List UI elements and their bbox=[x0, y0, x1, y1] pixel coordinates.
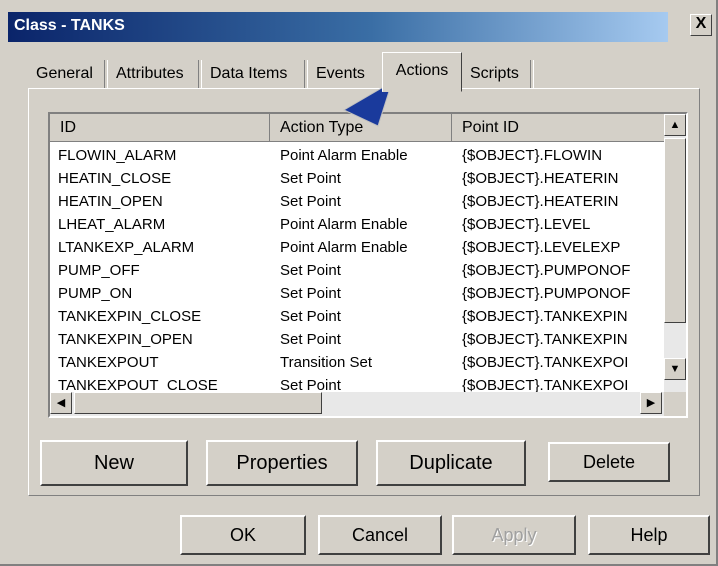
table-row[interactable]: LHEAT_ALARM Point Alarm Enable {$OBJECT}.L… bbox=[50, 213, 664, 236]
vertical-scroll-thumb[interactable] bbox=[664, 138, 686, 323]
window-title: Class - TANKS bbox=[14, 17, 125, 34]
table-row[interactable]: PUMP_OFF Set Point {$OBJECT}.PUMPONOF bbox=[50, 259, 664, 282]
table-row[interactable]: FLOWIN_ALARM Point Alarm Enable {$OBJECT}.… bbox=[50, 144, 664, 167]
scrollbar-corner bbox=[664, 392, 686, 416]
column-header-id[interactable]: ID bbox=[50, 114, 270, 142]
actions-list[interactable]: ID Action Type Point ID FLOWIN_ALARM Poin… bbox=[48, 112, 688, 418]
cell-action-type: Set Point bbox=[280, 285, 341, 302]
cell-action-type: Point Alarm Enable bbox=[280, 239, 408, 256]
cell-point-id: {$OBJECT}.LEVEL bbox=[462, 216, 591, 233]
delete-button[interactable]: Delete bbox=[548, 442, 670, 482]
arrow-left-icon: ◀ bbox=[56, 397, 66, 409]
cell-id: LHEAT_ALARM bbox=[58, 216, 166, 233]
cell-point-id: {$OBJECT}.HEATERIN bbox=[462, 193, 619, 210]
class-dialog: Class - TANKS X General Attributes Data … bbox=[0, 0, 718, 566]
arrow-down-icon: ▼ bbox=[669, 363, 681, 375]
table-row[interactable]: HEATIN_CLOSE Set Point {$OBJECT}.HEATERIN bbox=[50, 167, 664, 190]
cell-point-id: {$OBJECT}.TANKEXPIN bbox=[462, 331, 628, 348]
cell-id: HEATIN_OPEN bbox=[58, 193, 163, 210]
table-row[interactable]: TANKEXPIN_CLOSE Set Point {$OBJECT}.TANKEX… bbox=[50, 305, 664, 328]
table-row[interactable]: HEATIN_OPEN Set Point {$OBJECT}.HEATERIN bbox=[50, 190, 664, 213]
cell-action-type: Set Point bbox=[280, 170, 341, 187]
cell-id: FLOWIN_ALARM bbox=[58, 147, 177, 164]
cell-action-type: Set Point bbox=[280, 262, 341, 279]
new-button[interactable]: New bbox=[40, 440, 188, 486]
arrow-right-icon: ▶ bbox=[646, 397, 656, 409]
duplicate-button[interactable]: Duplicate bbox=[376, 440, 526, 486]
table-row[interactable]: TANKEXPOUT Transition Set {$OBJECT}.TANKEX… bbox=[50, 351, 664, 374]
cell-point-id: {$OBJECT}.PUMPONOF bbox=[462, 262, 631, 279]
cell-id: HEATIN_CLOSE bbox=[58, 170, 172, 187]
scroll-up-button[interactable]: ▲ bbox=[664, 114, 686, 136]
tab-actions-label: Actions bbox=[395, 62, 449, 79]
cell-point-id: {$OBJECT}.PUMPONOF bbox=[462, 285, 631, 302]
horizontal-scrollbar[interactable]: ◀ ▶ bbox=[50, 392, 664, 416]
apply-button[interactable]: Apply bbox=[452, 515, 576, 555]
cell-point-id: {$OBJECT}.HEATERIN bbox=[462, 170, 619, 187]
cell-id: TANKEXPIN_OPEN bbox=[58, 331, 193, 348]
close-icon: X bbox=[695, 15, 707, 32]
vertical-scrollbar[interactable]: ▲ ▼ bbox=[664, 114, 686, 392]
column-header-point-id[interactable]: Point ID bbox=[452, 114, 666, 142]
cell-point-id: {$OBJECT}.TANKEXPIN bbox=[462, 308, 628, 325]
table-row[interactable]: PUMP_ON Set Point {$OBJECT}.PUMPONOF bbox=[50, 282, 664, 305]
close-button[interactable]: X bbox=[690, 14, 712, 36]
cell-action-type: Set Point bbox=[280, 308, 341, 325]
tab-separator bbox=[104, 60, 108, 88]
properties-button[interactable]: Properties bbox=[206, 440, 358, 486]
cell-id: TANKEXPIN_CLOSE bbox=[58, 308, 202, 325]
cell-action-type: Set Point bbox=[280, 331, 341, 348]
scroll-right-button[interactable]: ▶ bbox=[640, 392, 662, 414]
tab-data-items[interactable]: Data Items bbox=[206, 58, 291, 90]
tab-actions[interactable]: Actions bbox=[382, 52, 462, 92]
cell-id: PUMP_OFF bbox=[58, 262, 140, 279]
tab-separator bbox=[198, 60, 202, 88]
table-row[interactable]: TANKEXPIN_OPEN Set Point {$OBJECT}.TANKEXP… bbox=[50, 328, 664, 351]
cell-action-type: Point Alarm Enable bbox=[280, 147, 408, 164]
scroll-left-button[interactable]: ◀ bbox=[50, 392, 72, 414]
cancel-button[interactable]: Cancel bbox=[318, 515, 442, 555]
tab-scripts[interactable]: Scripts bbox=[466, 58, 523, 90]
tab-separator bbox=[304, 60, 308, 88]
cell-action-type: Point Alarm Enable bbox=[280, 216, 408, 233]
tab-general[interactable]: General bbox=[32, 58, 97, 90]
cell-point-id: {$OBJECT}.FLOWIN bbox=[462, 147, 603, 164]
tab-separator bbox=[530, 60, 534, 88]
cell-point-id: {$OBJECT}.LEVELEXP bbox=[462, 239, 621, 256]
tab-attributes[interactable]: Attributes bbox=[112, 58, 188, 90]
cell-action-type: Set Point bbox=[280, 193, 341, 210]
title-bar: Class - TANKS bbox=[8, 12, 668, 42]
help-button[interactable]: Help bbox=[588, 515, 710, 555]
cell-id: PUMP_ON bbox=[58, 285, 133, 302]
arrow-up-icon: ▲ bbox=[669, 119, 681, 131]
cell-point-id: {$OBJECT}.TANKEXPOI bbox=[462, 354, 629, 371]
cell-id: TANKEXPOUT bbox=[58, 354, 159, 371]
ok-button[interactable]: OK bbox=[180, 515, 306, 555]
table-row[interactable]: LTANKEXP_ALARM Point Alarm Enable {$OBJECT… bbox=[50, 236, 664, 259]
cell-action-type: Transition Set bbox=[280, 354, 372, 371]
horizontal-scroll-thumb[interactable] bbox=[74, 392, 322, 414]
scroll-down-button[interactable]: ▼ bbox=[664, 358, 686, 380]
cell-id: LTANKEXP_ALARM bbox=[58, 239, 195, 256]
